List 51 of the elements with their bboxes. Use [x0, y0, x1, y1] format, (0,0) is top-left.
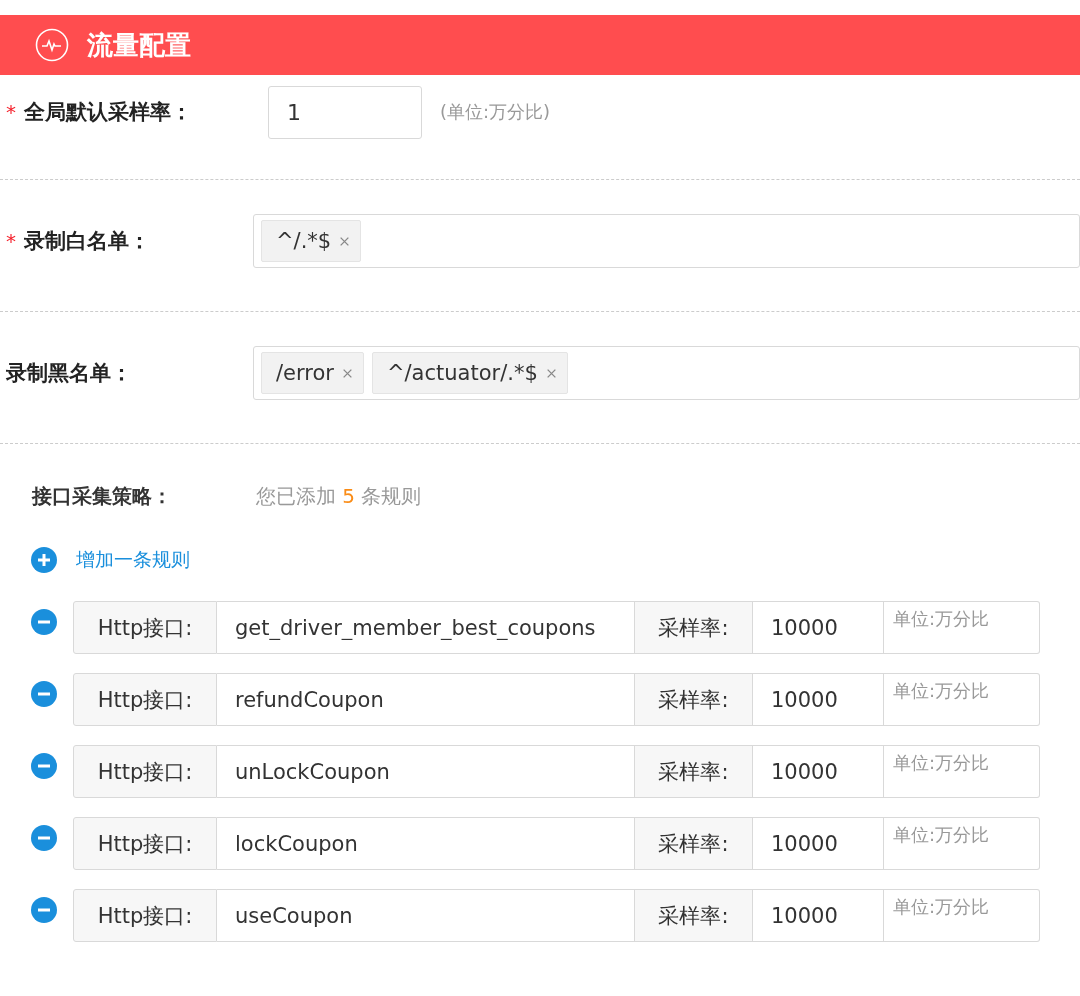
- interface-type-label: Http接口:: [73, 673, 217, 726]
- remove-icon[interactable]: [31, 681, 57, 707]
- field-label: 录制白名单：: [24, 228, 150, 255]
- add-icon[interactable]: [31, 547, 57, 573]
- rate-input[interactable]: 10000: [753, 817, 884, 870]
- rule-count-text: 您已添加 5 条规则: [256, 482, 422, 510]
- close-icon[interactable]: [341, 367, 353, 379]
- interface-type-label: Http接口:: [73, 889, 217, 942]
- unit-input[interactable]: 单位:万分比: [884, 673, 1040, 726]
- close-icon[interactable]: [545, 367, 557, 379]
- interface-name-input[interactable]: get_driver_member_best_coupons: [217, 601, 635, 654]
- unit-input[interactable]: 单位:万分比: [884, 817, 1040, 870]
- required-mark: *: [6, 229, 17, 253]
- page-title: 流量配置: [87, 28, 191, 62]
- field-label: 全局默认采样率：: [24, 99, 192, 126]
- interface-type-label: Http接口:: [73, 817, 217, 870]
- tag-select-field[interactable]: /error ^/actuator/.*$: [253, 346, 1080, 400]
- rate-input[interactable]: 10000: [753, 601, 884, 654]
- remove-icon[interactable]: [31, 825, 57, 851]
- pulse-icon: [35, 28, 69, 62]
- rate-label: 采样率:: [635, 745, 753, 798]
- interface-name-input[interactable]: useCoupon: [217, 889, 635, 942]
- rate-label: 采样率:: [635, 889, 753, 942]
- add-rule-link[interactable]: 增加一条规则: [76, 547, 190, 573]
- tag-select-field[interactable]: ^/.*$: [253, 214, 1080, 268]
- interface-name-input[interactable]: unLockCoupon: [217, 745, 635, 798]
- tag-text: ^/.*$: [276, 229, 332, 253]
- remove-icon[interactable]: [31, 609, 57, 635]
- field-label: 录制黑名单：: [6, 360, 132, 387]
- rate-label: 采样率:: [635, 817, 753, 870]
- tag-text: /error: [276, 361, 334, 385]
- rate-input[interactable]: 10000: [753, 673, 884, 726]
- rate-input[interactable]: 10000: [753, 745, 884, 798]
- close-icon[interactable]: [339, 235, 351, 247]
- interface-name-input[interactable]: refundCoupon: [217, 673, 635, 726]
- sample-rate-input[interactable]: 1: [268, 85, 422, 139]
- interface-type-label: Http接口:: [73, 601, 217, 654]
- interface-type-label: Http接口:: [73, 745, 217, 798]
- required-mark: *: [6, 100, 17, 124]
- remove-icon[interactable]: [31, 897, 57, 923]
- unit-input[interactable]: 单位:万分比: [884, 889, 1040, 942]
- rate-label: 采样率:: [635, 601, 753, 654]
- interface-name-input[interactable]: lockCoupon: [217, 817, 635, 870]
- unit-input[interactable]: 单位:万分比: [884, 601, 1040, 654]
- strategy-label: 接口采集策略：: [32, 482, 173, 510]
- rate-label: 采样率:: [635, 673, 753, 726]
- tag-text: ^/actuator/.*$: [386, 361, 538, 385]
- rate-input[interactable]: 10000: [753, 889, 884, 942]
- unit-input[interactable]: 单位:万分比: [884, 745, 1040, 798]
- unit-hint: (单位:万分比): [440, 100, 551, 124]
- remove-icon[interactable]: [31, 753, 57, 779]
